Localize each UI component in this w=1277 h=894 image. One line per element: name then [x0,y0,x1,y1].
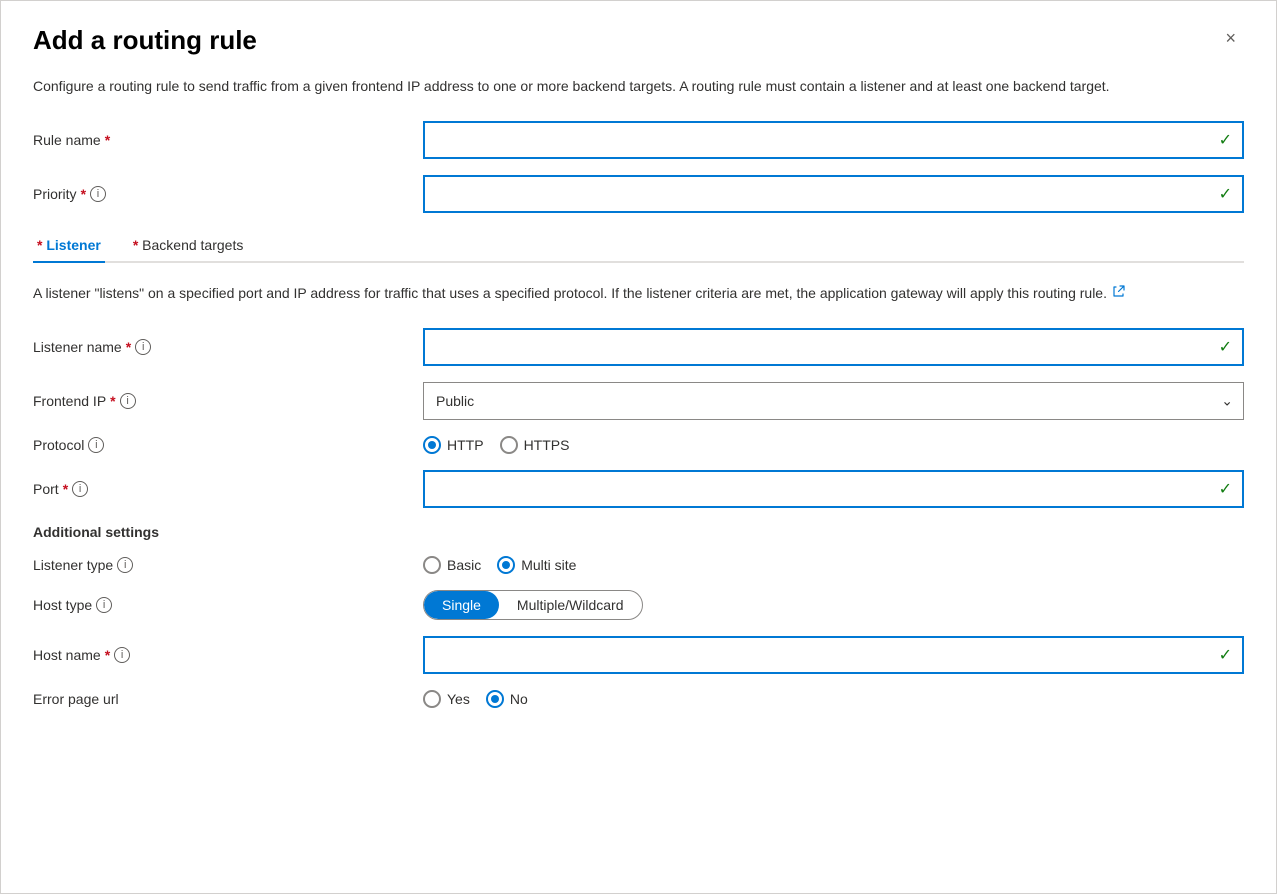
priority-input-wrapper[interactable]: 100 ✓ [423,175,1244,213]
tab-listener[interactable]: * Listener [33,229,105,263]
tab-backend-targets[interactable]: * Backend targets [129,229,248,263]
external-link-icon [1113,282,1125,294]
dialog-title: Add a routing rule [33,25,257,56]
error-page-url-row: Error page url Yes No [33,690,1244,708]
listener-type-radio-group: Basic Multi site [423,556,576,574]
listener-type-row: Listener type i Basic Multi site [33,556,1244,574]
error-page-url-no-radio[interactable] [486,690,504,708]
protocol-http-option[interactable]: HTTP [423,436,484,454]
host-name-label: Host name * i [33,647,423,663]
close-button[interactable]: × [1217,25,1244,51]
rule-name-check-icon: ✓ [1219,130,1232,150]
listener-type-info-icon[interactable]: i [117,557,133,573]
listener-type-label: Listener type i [33,557,423,573]
protocol-info-icon[interactable]: i [88,437,104,453]
rule-name-input[interactable]: contosoRule [437,132,1206,148]
additional-settings-section: Additional settings Listener type i Basi… [33,524,1244,708]
error-page-url-radio-group: Yes No [423,690,528,708]
host-type-info-icon[interactable]: i [96,597,112,613]
frontend-ip-label: Frontend IP * i [33,393,423,409]
port-info-icon[interactable]: i [72,481,88,497]
host-name-input-wrapper[interactable]: www.contoso.com ✓ [423,636,1244,674]
priority-info-icon[interactable]: i [90,186,106,202]
host-name-info-icon[interactable]: i [114,647,130,663]
dialog-header: Add a routing rule × [33,25,1244,56]
port-input[interactable]: 80 [437,481,1206,497]
additional-settings-title: Additional settings [33,524,1244,540]
listener-name-info-icon[interactable]: i [135,339,151,355]
error-page-url-yes-option[interactable]: Yes [423,690,470,708]
protocol-http-radio[interactable] [423,436,441,454]
listener-name-input[interactable]: contosoListener [437,339,1206,355]
priority-row: Priority * i 100 ✓ [33,175,1244,213]
rule-name-label: Rule name * [33,132,423,148]
listener-type-basic-radio[interactable] [423,556,441,574]
error-page-url-yes-radio[interactable] [423,690,441,708]
listener-tab-content: A listener "listens" on a specified port… [33,263,1244,708]
rule-name-required: * [105,132,110,148]
rule-name-input-wrapper[interactable]: contosoRule ✓ [423,121,1244,159]
listener-name-input-wrapper[interactable]: contosoListener ✓ [423,328,1244,366]
listener-name-label: Listener name * i [33,339,423,355]
host-type-toggle-group: Single Multiple/Wildcard [423,590,643,620]
listener-type-basic-option[interactable]: Basic [423,556,481,574]
priority-label: Priority * i [33,186,423,202]
port-input-wrapper[interactable]: 80 ✓ [423,470,1244,508]
listener-type-multisite-option[interactable]: Multi site [497,556,576,574]
protocol-https-option[interactable]: HTTPS [500,436,570,454]
protocol-row: Protocol i HTTP HTTPS [33,436,1244,454]
host-type-single-option[interactable]: Single [424,591,499,619]
frontend-ip-dropdown[interactable]: Public ⌄ [423,382,1244,420]
dialog-description: Configure a routing rule to send traffic… [33,76,1133,97]
rule-name-row: Rule name * contosoRule ✓ [33,121,1244,159]
frontend-ip-row: Frontend IP * i Public ⌄ [33,382,1244,420]
host-name-input[interactable]: www.contoso.com [437,647,1206,663]
add-routing-rule-dialog: Add a routing rule × Configure a routing… [0,0,1277,894]
host-type-label: Host type i [33,597,423,613]
listener-type-multisite-radio[interactable] [497,556,515,574]
port-row: Port * i 80 ✓ [33,470,1244,508]
error-page-url-no-option[interactable]: No [486,690,528,708]
listener-name-row: Listener name * i contosoListener ✓ [33,328,1244,366]
port-check-icon: ✓ [1219,479,1232,499]
frontend-ip-info-icon[interactable]: i [120,393,136,409]
host-type-row: Host type i Single Multiple/Wildcard [33,590,1244,620]
listener-name-check-icon: ✓ [1219,337,1232,357]
priority-check-icon: ✓ [1219,184,1232,204]
port-label: Port * i [33,481,423,497]
error-page-url-label: Error page url [33,691,423,707]
protocol-https-radio[interactable] [500,436,518,454]
tabs-container: * Listener * Backend targets [33,229,1244,263]
priority-input[interactable]: 100 [437,186,1206,202]
host-name-check-icon: ✓ [1219,645,1232,665]
protocol-radio-group: HTTP HTTPS [423,436,569,454]
priority-required: * [81,186,86,202]
host-type-wildcard-option[interactable]: Multiple/Wildcard [499,591,642,619]
host-name-row: Host name * i www.contoso.com ✓ [33,636,1244,674]
frontend-ip-chevron-icon: ⌄ [1221,393,1233,410]
protocol-label: Protocol i [33,437,423,453]
listener-description: A listener "listens" on a specified port… [33,283,1133,304]
